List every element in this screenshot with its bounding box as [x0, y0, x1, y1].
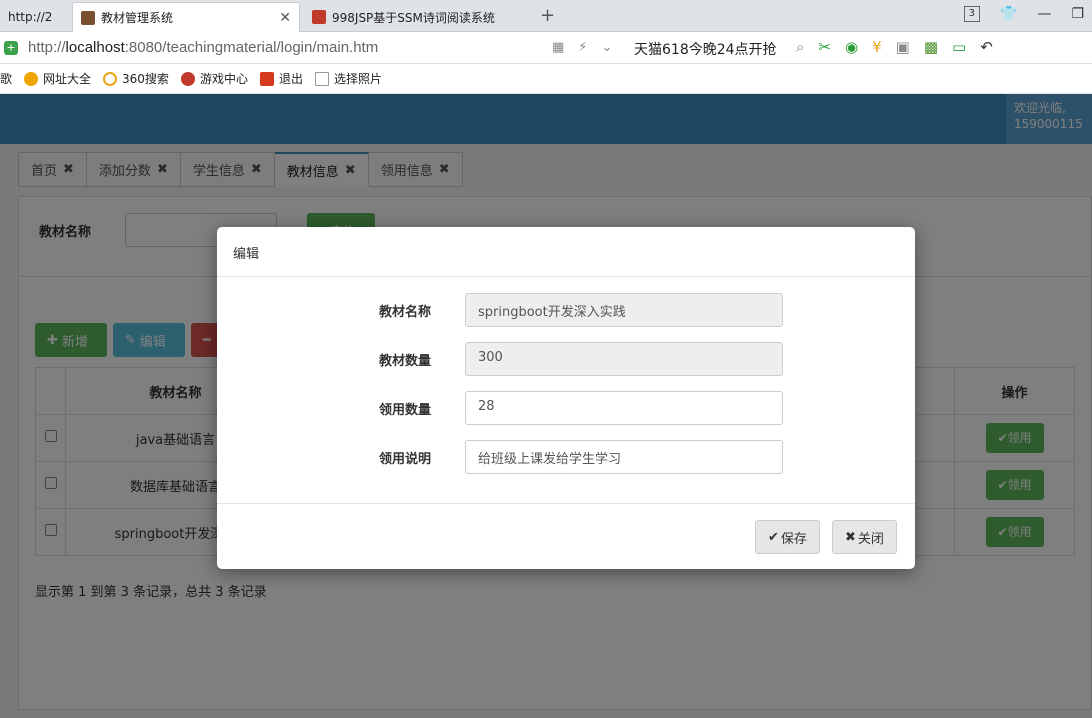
close-button[interactable]: ✖ 关闭	[832, 520, 897, 554]
shield-icon: +	[4, 40, 18, 55]
url-prefix: http://	[28, 39, 66, 56]
material-quantity-field[interactable]: 300	[465, 342, 783, 376]
form-row-quantity: 教材数量 300	[217, 342, 915, 376]
battery-icon[interactable]: ▭	[952, 38, 966, 56]
browser-tab-2[interactable]: 教材管理系统 ✕	[72, 2, 300, 32]
apps-icon[interactable]: ▩	[924, 38, 938, 56]
close-icon: ✖	[845, 529, 856, 545]
bookmark-item[interactable]: 选择照片	[314, 70, 382, 87]
form-row-borrow-qty: 领用数量 28	[217, 391, 915, 425]
minimize-icon[interactable]: —	[1037, 6, 1051, 22]
field-label: 教材数量	[379, 354, 432, 369]
bookmarks-bar: 歌 网址大全 360搜索 游戏中心 退出 选择照片	[0, 64, 1092, 94]
form-row-borrow-note: 领用说明 给班级上课发给学生学习	[217, 440, 915, 474]
close-tab-icon[interactable]: ✕	[279, 10, 291, 26]
field-label: 教材名称	[379, 305, 432, 320]
modal-footer: ✔ 保存 ✖ 关闭	[217, 503, 915, 569]
browser-tab-label: http://2	[8, 10, 53, 24]
close-label: 关闭	[857, 531, 884, 547]
modal-title: 编辑	[233, 247, 260, 262]
edit-modal: 编辑 教材名称 springboot开发深入实践 教材数量 300 领用数量 2…	[217, 227, 915, 569]
bookmark-item[interactable]: 退出	[259, 70, 303, 87]
browser-tab-3[interactable]: 998JSP基于SSM诗词阅读系统	[304, 2, 534, 32]
lightning-icon[interactable]: ⚡	[578, 40, 587, 55]
bookmark-item[interactable]: 游戏中心	[180, 70, 248, 87]
url-field[interactable]: http://localhost:8080/teachingmaterial/l…	[28, 39, 378, 56]
bookmark-label: 选择照片	[333, 72, 382, 86]
translate-icon[interactable]: ◉	[845, 38, 858, 56]
coin-icon[interactable]: ¥	[872, 38, 882, 56]
window-controls: 3 👕 — ❐	[963, 6, 1084, 22]
bookmark-label: 歌	[0, 72, 13, 86]
save-label: 保存	[780, 531, 807, 547]
field-label: 领用数量	[379, 403, 432, 418]
save-button[interactable]: ✔ 保存	[755, 520, 820, 554]
url-host: localhost	[65, 39, 125, 56]
restore-icon[interactable]: ❐	[1071, 6, 1084, 22]
bookmark-item[interactable]: 歌	[0, 70, 12, 87]
undo-icon[interactable]: ↶	[980, 38, 993, 56]
scissors-icon[interactable]: ✂	[818, 38, 831, 56]
new-tab-button[interactable]: +	[540, 5, 555, 26]
exit-icon	[259, 71, 274, 86]
globe-icon	[24, 71, 39, 86]
field-label: 领用说明	[379, 452, 432, 467]
bookmark-label: 网址大全	[43, 72, 92, 86]
bookmark-label: 退出	[278, 72, 303, 86]
bookmark-item[interactable]: 360搜索	[103, 70, 169, 87]
bookmark-label: 360搜索	[122, 72, 169, 86]
borrow-note-field[interactable]: 给班级上课发给学生学习	[465, 440, 783, 474]
browser-tab-1[interactable]: http://2	[0, 2, 66, 32]
file-icon	[314, 71, 329, 86]
site-favicon-icon	[312, 10, 326, 24]
address-bar: + http://localhost:8080/teachingmaterial…	[0, 32, 1092, 64]
check-icon: ✔	[768, 529, 779, 545]
game-icon	[180, 71, 195, 86]
search-360-icon	[103, 71, 118, 86]
browser-toolbar: ⌕ ✂ ◉ ¥ ▣ ▩ ▭ ↶	[796, 38, 993, 56]
browser-tab-bar: http://2 教材管理系统 ✕ 998JSP基于SSM诗词阅读系统 + 3 …	[0, 0, 1092, 32]
qr-icon[interactable]: ▦	[552, 40, 564, 55]
bookmark-item[interactable]: 网址大全	[24, 70, 91, 87]
material-name-field[interactable]: springboot开发深入实践	[465, 293, 783, 327]
url-path: :8080/teachingmaterial/login/main.htm	[124, 39, 379, 56]
shirt-icon[interactable]: 👕	[1000, 6, 1017, 22]
bookmark-label: 游戏中心	[199, 72, 248, 86]
chevron-down-icon[interactable]: ⌄	[601, 40, 612, 55]
address-icons: ▦ ⚡ ⌄	[552, 40, 612, 55]
browser-tab-label: 998JSP基于SSM诗词阅读系统	[332, 10, 495, 25]
modal-header: 编辑	[217, 227, 915, 277]
browser-tab-label: 教材管理系统	[101, 11, 174, 25]
book-favicon-icon	[81, 10, 95, 25]
promo-text[interactable]: 天猫618今晚24点开抢	[634, 39, 777, 59]
form-row-name: 教材名称 springboot开发深入实践	[217, 293, 915, 327]
image-icon[interactable]: ▣	[896, 38, 910, 56]
tab-count-badge[interactable]: 3	[963, 6, 980, 22]
search-icon[interactable]: ⌕	[796, 38, 804, 56]
borrow-quantity-field[interactable]: 28	[465, 391, 783, 425]
